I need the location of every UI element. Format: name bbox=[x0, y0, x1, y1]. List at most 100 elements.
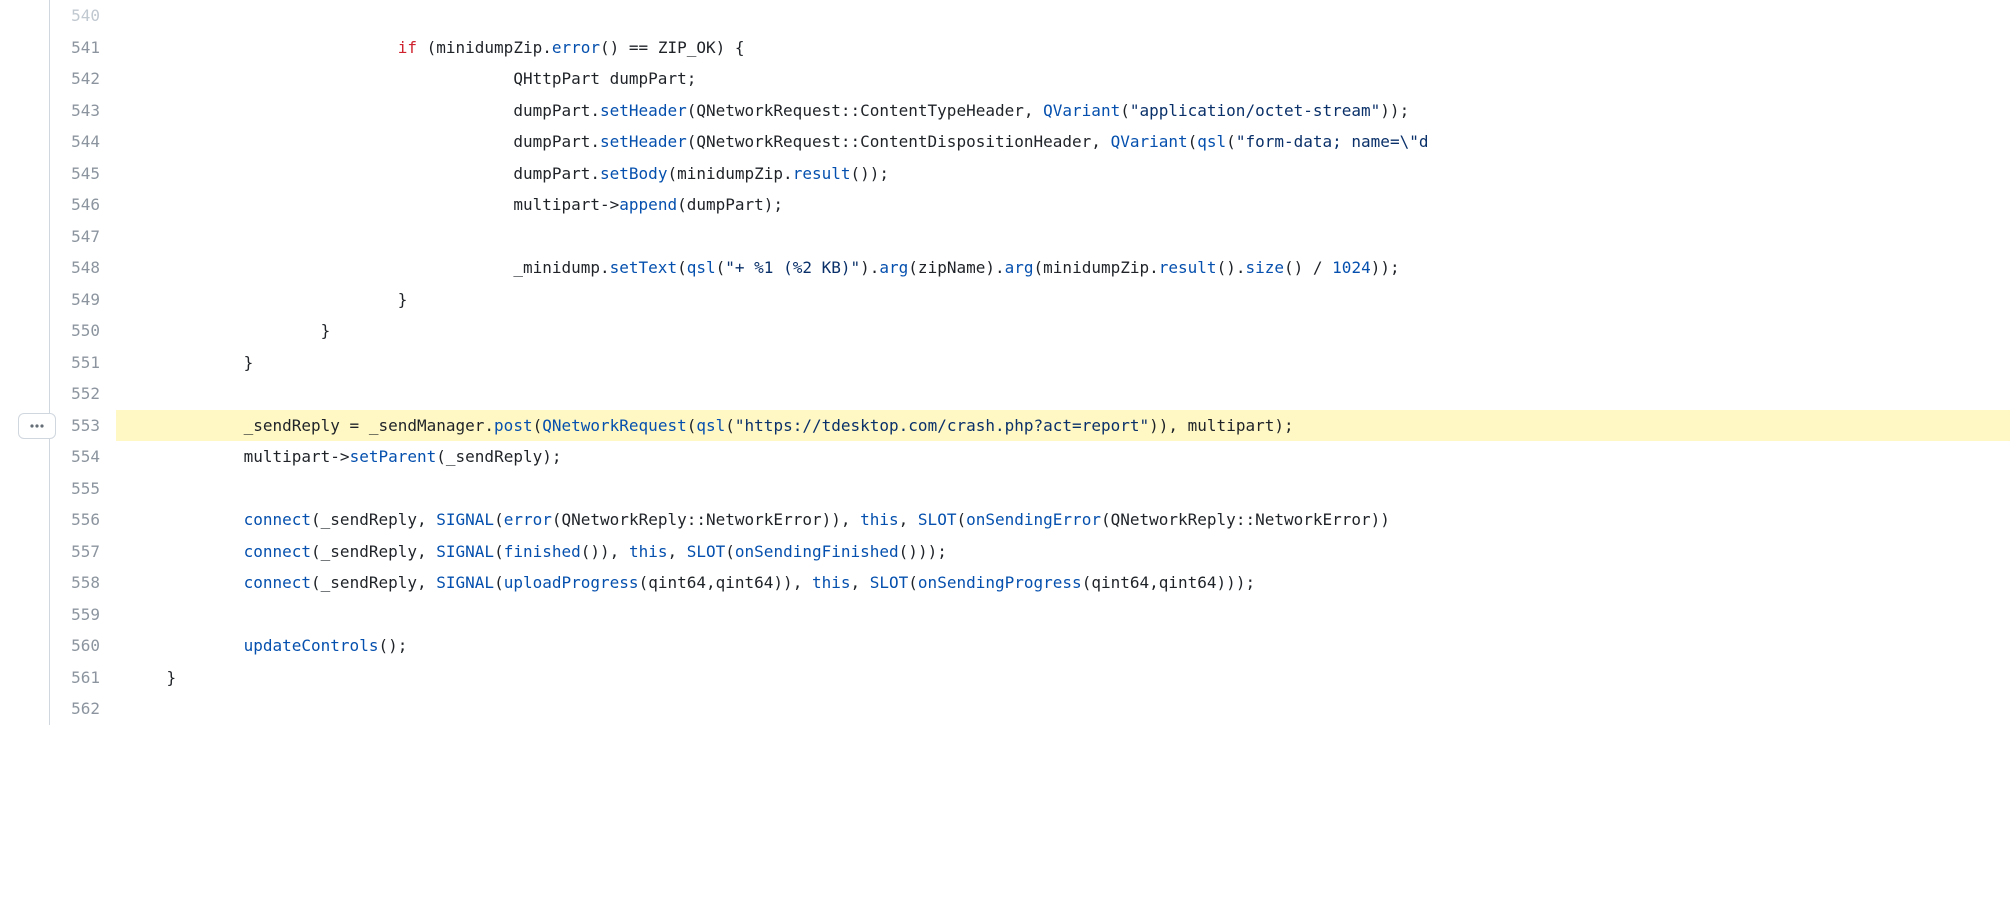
line-number[interactable]: 561 bbox=[0, 662, 100, 694]
code-line[interactable] bbox=[116, 0, 2010, 32]
code-token: )); bbox=[1371, 258, 1400, 277]
line-number[interactable]: 555 bbox=[0, 473, 100, 505]
code-token: ())); bbox=[899, 542, 947, 561]
code-token: result bbox=[793, 164, 851, 183]
line-number[interactable]: 560 bbox=[0, 630, 100, 662]
line-number[interactable]: 545 bbox=[0, 158, 100, 190]
code-token: SLOT bbox=[870, 573, 909, 592]
code-token: ( bbox=[1226, 132, 1236, 151]
code-token: dumpPart. bbox=[128, 101, 600, 120]
code-token bbox=[128, 510, 244, 529]
code-token: (qint64,qint64))); bbox=[1082, 573, 1255, 592]
line-number[interactable]: 546 bbox=[0, 189, 100, 221]
code-line[interactable] bbox=[116, 221, 2010, 253]
code-token: ( bbox=[956, 510, 966, 529]
line-number[interactable]: 554 bbox=[0, 441, 100, 473]
line-number[interactable]: 556 bbox=[0, 504, 100, 536]
code-token: qsl bbox=[1197, 132, 1226, 151]
code-token: size bbox=[1245, 258, 1284, 277]
line-number[interactable]: 550 bbox=[0, 315, 100, 347]
code-token: (minidumpZip. bbox=[1034, 258, 1159, 277]
code-token: , bbox=[667, 542, 686, 561]
code-token: SIGNAL bbox=[436, 573, 494, 592]
code-token: QVariant bbox=[1111, 132, 1188, 151]
code-token: updateControls bbox=[244, 636, 379, 655]
code-area[interactable]: if (minidumpZip.error() == ZIP_OK) { QHt… bbox=[116, 0, 2010, 725]
code-line[interactable]: _sendReply = _sendManager.post(QNetworkR… bbox=[116, 410, 2010, 442]
line-number[interactable]: 548 bbox=[0, 252, 100, 284]
code-token: 1024 bbox=[1332, 258, 1371, 277]
code-token: setText bbox=[610, 258, 677, 277]
code-token: (zipName). bbox=[908, 258, 1004, 277]
code-token: arg bbox=[1005, 258, 1034, 277]
line-number[interactable]: 557 bbox=[0, 536, 100, 568]
code-line[interactable]: } bbox=[116, 662, 2010, 694]
code-line[interactable]: dumpPart.setHeader(QNetworkRequest::Cont… bbox=[116, 126, 2010, 158]
code-token: )); bbox=[1380, 101, 1409, 120]
code-token: connect bbox=[244, 542, 311, 561]
code-line[interactable]: connect(_sendReply, SIGNAL(finished()), … bbox=[116, 536, 2010, 568]
code-token: append bbox=[619, 195, 677, 214]
kebab-horizontal-icon bbox=[29, 418, 45, 434]
code-token: (). bbox=[1217, 258, 1246, 277]
code-token: _sendReply = _sendManager. bbox=[128, 416, 494, 435]
code-token: )), multipart); bbox=[1149, 416, 1294, 435]
code-token: "+ %1 (%2 KB)" bbox=[725, 258, 860, 277]
line-number[interactable]: 544 bbox=[0, 126, 100, 158]
line-number[interactable]: 559 bbox=[0, 599, 100, 631]
code-token: (); bbox=[378, 636, 407, 655]
code-line[interactable] bbox=[116, 378, 2010, 410]
line-number[interactable]: 542 bbox=[0, 63, 100, 95]
code-token: ( bbox=[533, 416, 543, 435]
code-token: onSendingError bbox=[966, 510, 1101, 529]
code-token: QNetworkRequest bbox=[542, 416, 687, 435]
line-number[interactable]: 551 bbox=[0, 347, 100, 379]
code-line[interactable]: QHttpPart dumpPart; bbox=[116, 63, 2010, 95]
code-line[interactable]: } bbox=[116, 347, 2010, 379]
line-number[interactable]: 562 bbox=[0, 693, 100, 725]
code-line[interactable]: dumpPart.setHeader(QNetworkRequest::Cont… bbox=[116, 95, 2010, 127]
code-token: ( bbox=[908, 573, 918, 592]
code-token: onSendingFinished bbox=[735, 542, 899, 561]
code-token: (_sendReply); bbox=[436, 447, 561, 466]
code-token bbox=[128, 636, 244, 655]
line-number[interactable]: 541 bbox=[0, 32, 100, 64]
code-token: (QNetworkReply::NetworkError)) bbox=[1101, 510, 1390, 529]
line-number[interactable]: 549 bbox=[0, 284, 100, 316]
code-token: _minidump. bbox=[128, 258, 610, 277]
code-line[interactable] bbox=[116, 473, 2010, 505]
code-line[interactable]: multipart->setParent(_sendReply); bbox=[116, 441, 2010, 473]
code-token: finished bbox=[504, 542, 581, 561]
code-line[interactable] bbox=[116, 693, 2010, 725]
code-line[interactable]: multipart->append(dumpPart); bbox=[116, 189, 2010, 221]
line-number[interactable]: 558 bbox=[0, 567, 100, 599]
code-line[interactable]: } bbox=[116, 284, 2010, 316]
code-token: multipart-> bbox=[128, 195, 619, 214]
code-token: ()), bbox=[581, 542, 629, 561]
code-token: (dumpPart); bbox=[677, 195, 783, 214]
code-line[interactable]: connect(_sendReply, SIGNAL(error(QNetwor… bbox=[116, 504, 2010, 536]
line-number[interactable]: 552 bbox=[0, 378, 100, 410]
line-number[interactable]: 540 bbox=[0, 0, 100, 32]
code-token: } bbox=[128, 353, 253, 372]
code-token: setHeader bbox=[600, 132, 687, 151]
code-token: ( bbox=[494, 510, 504, 529]
code-line[interactable]: } bbox=[116, 315, 2010, 347]
code-line[interactable]: if (minidumpZip.error() == ZIP_OK) { bbox=[116, 32, 2010, 64]
code-line[interactable]: dumpPart.setBody(minidumpZip.result()); bbox=[116, 158, 2010, 190]
code-line[interactable]: connect(_sendReply, SIGNAL(uploadProgres… bbox=[116, 567, 2010, 599]
code-token: post bbox=[494, 416, 533, 435]
code-token: ( bbox=[1120, 101, 1130, 120]
code-token: , bbox=[850, 573, 869, 592]
code-token: ( bbox=[1188, 132, 1198, 151]
line-actions-button[interactable] bbox=[18, 413, 56, 439]
code-line[interactable] bbox=[116, 599, 2010, 631]
code-line[interactable]: _minidump.setText(qsl("+ %1 (%2 KB)").ar… bbox=[116, 252, 2010, 284]
code-token bbox=[128, 573, 244, 592]
code-line[interactable]: updateControls(); bbox=[116, 630, 2010, 662]
code-token: ()); bbox=[850, 164, 889, 183]
line-number[interactable]: 547 bbox=[0, 221, 100, 253]
code-token: QVariant bbox=[1043, 101, 1120, 120]
code-token: dumpPart. bbox=[128, 164, 600, 183]
line-number[interactable]: 543 bbox=[0, 95, 100, 127]
